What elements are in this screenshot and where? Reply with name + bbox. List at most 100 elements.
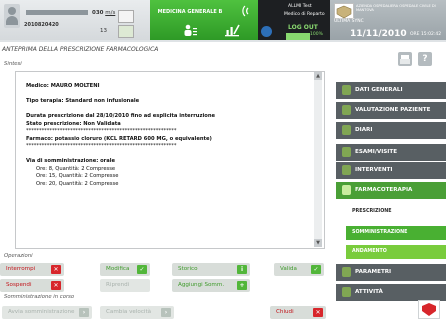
valida-button[interactable]: Valida ✓ [274,263,324,276]
interrompi-label: Interrompi [6,266,36,272]
user-status-icon [261,26,272,37]
sintesi-line: Ore: 20, Quantità: 2 Compresse [36,180,119,187]
people-icon[interactable] [182,23,198,37]
ward-title: MEDICINA GENERALE B [157,9,223,15]
chart-edit-icon[interactable] [118,25,134,38]
sospendi-label: Sospendi [6,282,32,288]
nav-valutazione-paziente[interactable]: VALUTAZIONE PAZIENTE [336,102,446,119]
nav-attivita[interactable]: ATTIVITÀ [336,284,446,301]
sintesi-line: Ore: 8, Quantità: 2 Compresse [36,165,116,172]
battery-icon [286,33,310,40]
operazioni-label: Operazioni [4,253,33,259]
nav-label: DIARI [355,127,373,133]
hospital-name: AZIENDA OSPEDALIERA OSPEDALE CIVILE DI M… [356,4,436,13]
nav-farmacoterapia[interactable]: FARMACOTERAPIA [336,182,446,199]
subnav-prescrizione[interactable]: PRESCRIZIONE [346,205,446,219]
battery-level [287,34,309,39]
modifica-button[interactable]: Modifica ✓ [100,263,150,276]
chiudi-label: Chiudi [276,309,294,315]
storico-label: Storico [178,266,198,272]
ward-panel: MEDICINA GENERALE B [150,0,258,40]
sospendi-button[interactable]: Sospendi ✕ [0,279,64,292]
close-icon: ✕ [51,265,61,274]
info-icon: i [237,265,247,274]
cambia-velocita-label: Cambia velocità [106,309,152,315]
hospital-logo [334,3,354,19]
date-panel: AZIENDA OSPEDALIERA OSPEDALE CIVILE DI M… [330,0,446,40]
sintesi-line [26,151,314,159]
nav-label: INTERVENTI [355,167,393,173]
subnav-label: PRESCRIZIONE [352,209,392,214]
aggiungi-somm-button[interactable]: Aggiungi Somm. + [172,279,250,292]
print-icon[interactable] [398,52,412,66]
nav-label: ESAMI/VISITE [355,149,398,155]
sintesi-content: Medico: MAURO MOLTENI Tipo terapia: Stand… [26,83,314,188]
check-icon: ✓ [137,265,147,274]
sintesi-line: Stato prescrizione: Non Validata [26,120,121,127]
sintesi-line: Durata prescrizione dal 28/10/2010 fino … [26,113,216,119]
nav-interventi[interactable]: INTERVENTI [336,162,446,179]
patient-id: 2010820420 [24,22,59,28]
close-icon: ✕ [313,308,323,317]
current-time: ORE 15:02:42 [410,32,442,37]
patient-panel[interactable]: 2010820420 030 m/s 13 [0,0,150,40]
scroll-down-icon[interactable]: ▼ [314,239,322,247]
last-sync-label: ULTIMA SYNC [334,19,364,24]
sintesi-scrollbar[interactable]: ▲ ▼ [314,72,322,247]
subnav-label: SOMMINISTRAZIONE [352,230,408,235]
hospital-crest-icon [336,5,352,19]
exam-icon [342,147,351,157]
activity-icon [342,287,351,297]
close-icon: ✕ [51,281,61,290]
monitor-icon[interactable] [118,10,134,23]
sintesi-line: Farmaco: potassio cloruro (KCL RETARD 60… [26,135,212,142]
sintesi-line: ****************************************… [26,143,177,149]
modifica-label: Modifica [106,266,130,272]
sintesi-line: Ore: 15, Quantità: 2 Compresse [36,173,119,179]
storico-button[interactable]: Storico i [172,263,250,276]
user-panel: ALLMI Test Medico di Reparto LOG OUT 100… [258,0,330,40]
chart-edit-icon[interactable] [224,23,240,37]
sintesi-line: Medico: MAURO MOLTENI [26,83,100,89]
avvia-somministrazione-button[interactable]: Avvia somministrazione › [2,306,92,319]
sintesi-line: ****************************************… [26,128,177,134]
sintesi-line [26,91,314,99]
sintesi-line: Tipo terapia: Standard non infusionale [26,98,140,104]
avatar [4,4,20,28]
subnav-andamento[interactable]: ANDAMENTO [346,245,446,259]
valida-label: Valida [280,266,297,272]
scroll-up-icon[interactable]: ▲ [314,72,322,80]
riprendi-label: Riprendi [106,282,130,288]
nav-esami-visite[interactable]: ESAMI/VISITE [336,144,446,161]
sintesi-label: Sintesi [4,61,22,67]
subnav-label: ANDAMENTO [352,249,387,254]
avvia-somministrazione-label: Avvia somministrazione [8,309,75,315]
evaluation-icon [342,105,351,115]
nav-diari[interactable]: DIARI [336,122,446,139]
subnav-somministrazione[interactable]: SOMMINISTRAZIONE [346,226,446,240]
somministrazione-label: Somministrazione in corso [4,294,75,300]
cambia-velocita-button[interactable]: Cambia velocità › [100,306,174,319]
nav-label: VALUTAZIONE PAZIENTE [355,107,431,113]
battery-percent: 100% [310,32,323,37]
nav-dati-generali[interactable]: DATI GENERALI [336,82,446,99]
check-icon: ✓ [311,265,321,274]
sintesi-line: Via di somministrazione: orale [26,158,116,164]
help-icon[interactable]: ? [418,52,432,66]
bed-label: 030 m/s [92,10,116,16]
user-name: ALLMI Test [288,4,312,9]
sintesi-line [26,106,314,114]
sintesi-textbox[interactable]: Medico: MAURO MOLTENI Tipo terapia: Stand… [15,71,325,249]
hospital-logo-small [418,300,440,319]
surgery-icon [342,165,351,175]
riprendi-button[interactable]: Riprendi [100,279,150,292]
chiudi-button[interactable]: Chiudi ✕ [270,306,326,319]
logout-button[interactable]: LOG OUT [288,24,318,31]
interrompi-button[interactable]: Interrompi ✕ [0,263,64,276]
play-icon: › [79,308,89,317]
nav-label: FARMACOTERAPIA [355,187,413,193]
aggiungi-somm-label: Aggiungi Somm. [178,282,225,288]
page-title: ANTEPRIMA DELLA PRESCRIZIONE FARMACOLOGI… [2,46,159,53]
nav-parametri[interactable]: PARAMETRI [336,264,446,281]
diary-icon [342,125,351,135]
